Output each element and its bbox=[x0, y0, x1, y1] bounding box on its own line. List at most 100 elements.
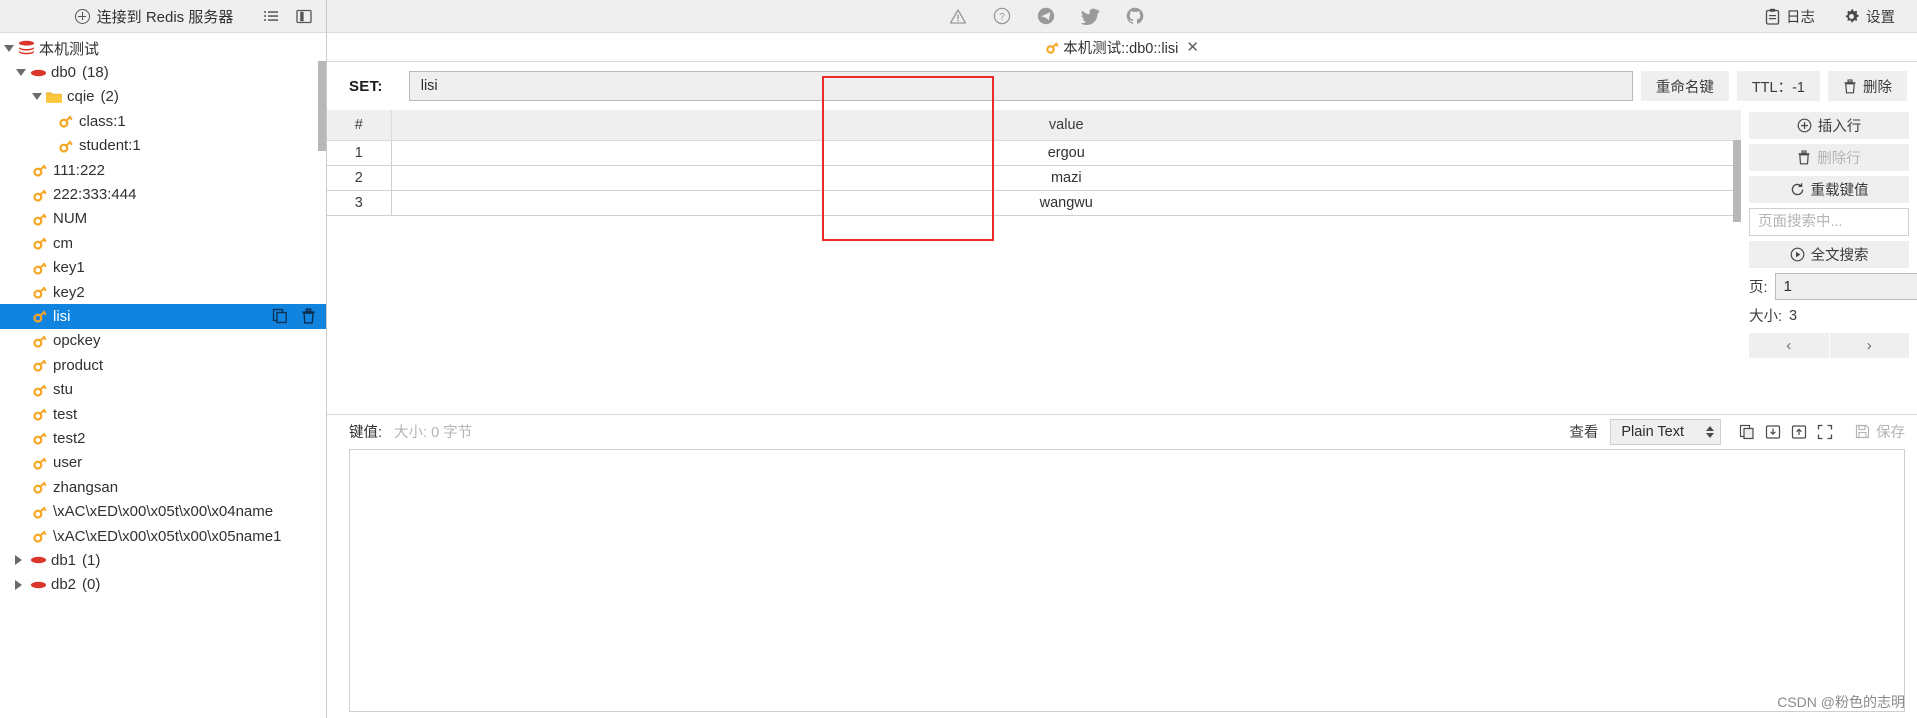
value-textarea[interactable] bbox=[349, 448, 1905, 712]
sidebar-key-product[interactable]: product bbox=[0, 353, 326, 377]
key-icon bbox=[30, 187, 50, 203]
settings-button[interactable]: 设置 bbox=[1843, 6, 1895, 27]
github-icon[interactable] bbox=[1126, 7, 1144, 25]
sidebar-key-key2[interactable]: key2 bbox=[0, 280, 326, 304]
warning-icon[interactable] bbox=[949, 8, 967, 25]
save-value-button[interactable]: 保存 bbox=[1855, 421, 1905, 442]
sidebar-key-lisi[interactable]: lisi bbox=[0, 304, 326, 329]
rename-key-button[interactable]: 重命名键 bbox=[1640, 71, 1729, 101]
caret-down-icon[interactable] bbox=[14, 69, 28, 77]
key-label: NUM bbox=[53, 210, 88, 228]
sidebar-key-xac-xed-x00-x05t-x00-x05name1[interactable]: \xAC\xED\x00\x05t\x00\x05name1 bbox=[0, 524, 326, 548]
key-label: 111:222 bbox=[53, 161, 105, 179]
topbar-left-section: 连接到 Redis 服务器 bbox=[0, 0, 327, 33]
sidebar-key-key1[interactable]: key1 bbox=[0, 256, 326, 280]
twitter-icon[interactable] bbox=[1080, 8, 1100, 25]
tree-connection-root[interactable]: 本机测试 bbox=[0, 36, 326, 60]
tree-key-student-1[interactable]: student:1 bbox=[0, 134, 326, 158]
tree-db0[interactable]: db0 (18) bbox=[0, 60, 326, 84]
reload-value-button[interactable]: 重载键值 bbox=[1749, 176, 1909, 203]
key-icon bbox=[30, 235, 50, 251]
help-icon[interactable]: ? bbox=[993, 7, 1011, 25]
fullscreen-icon[interactable] bbox=[1817, 424, 1833, 440]
tree-db2[interactable]: db2 (0) bbox=[0, 573, 326, 597]
page-input[interactable] bbox=[1774, 273, 1917, 300]
close-icon[interactable]: ✕ bbox=[1186, 38, 1199, 56]
view-label: 查看 bbox=[1569, 425, 1599, 441]
sidebar-key-user[interactable]: user bbox=[0, 451, 326, 475]
full-text-search-button[interactable]: 全文搜索 bbox=[1749, 241, 1909, 268]
sidebar-key-cm[interactable]: cm bbox=[0, 231, 326, 255]
tree-folder-cqie[interactable]: cqie (2) bbox=[0, 85, 326, 109]
prev-page-button[interactable]: ‹ bbox=[1749, 333, 1829, 358]
list-view-icon[interactable] bbox=[263, 8, 279, 24]
cell-index: 2 bbox=[327, 165, 392, 191]
table-row[interactable]: 1 ergou bbox=[327, 140, 1741, 166]
ttl-button[interactable]: TTL：-1 bbox=[1736, 71, 1820, 101]
key-label: zhangsan bbox=[53, 478, 119, 496]
cell-value[interactable]: ergou bbox=[391, 140, 1741, 166]
connect-to-redis-server-button[interactable]: 连接到 Redis 服务器 bbox=[74, 6, 233, 27]
caret-down-icon[interactable] bbox=[30, 93, 44, 101]
sidebar-key-opckey[interactable]: opckey bbox=[0, 329, 326, 353]
log-button[interactable]: 日志 bbox=[1765, 6, 1815, 27]
delete-key-button[interactable]: 删除 bbox=[1828, 71, 1907, 101]
full-text-search-label: 全文搜索 bbox=[1810, 248, 1869, 264]
topbar-center-section: ? bbox=[327, 0, 1765, 33]
sidebar-key-xac-xed-x00-x05t-x00-x04name[interactable]: \xAC\xED\x00\x05t\x00\x04name bbox=[0, 499, 326, 523]
size-label: 大小: bbox=[1749, 309, 1783, 325]
key-icon bbox=[30, 430, 50, 446]
key-name-input[interactable] bbox=[408, 71, 1633, 101]
caret-down-icon[interactable] bbox=[2, 44, 16, 52]
delete-row-button[interactable]: 删除行 bbox=[1749, 144, 1909, 171]
redis-stack-icon bbox=[16, 40, 36, 56]
table-scrollbar[interactable] bbox=[1733, 140, 1741, 222]
settings-label: 设置 bbox=[1866, 9, 1895, 26]
format-select[interactable]: Plain Text bbox=[1610, 418, 1721, 445]
caret-right-icon[interactable] bbox=[14, 555, 28, 566]
insert-row-button[interactable]: 插入行 bbox=[1749, 112, 1909, 139]
key-icon bbox=[30, 284, 50, 300]
telegram-icon[interactable] bbox=[1037, 7, 1055, 25]
key-label: lisi bbox=[53, 307, 71, 325]
delete-key-label: 删除 bbox=[1863, 79, 1892, 96]
key-label: user bbox=[53, 454, 83, 472]
cell-value[interactable]: wangwu bbox=[391, 190, 1741, 216]
export-icon[interactable] bbox=[1791, 424, 1807, 440]
sidebar-key-stu[interactable]: stu bbox=[0, 377, 326, 401]
sidebar-key-222-333-444[interactable]: 222:333:444 bbox=[0, 182, 326, 206]
key-icon bbox=[30, 382, 50, 398]
caret-right-icon[interactable] bbox=[14, 579, 28, 590]
tree-key-class-1[interactable]: class:1 bbox=[0, 109, 326, 133]
import-icon[interactable] bbox=[1765, 424, 1781, 440]
sidebar-scrollbar[interactable] bbox=[318, 61, 326, 151]
gear-icon bbox=[1843, 8, 1860, 25]
sidebar-key-test2[interactable]: test2 bbox=[0, 426, 326, 450]
trash-icon bbox=[1797, 150, 1811, 165]
connection-tree-sidebar: 本机测试 db0 (18) cqie (2) class:1 student:1… bbox=[0, 33, 327, 718]
tab-strip: 本机测试::db0::lisi ✕ bbox=[327, 33, 1917, 62]
table-head: # value bbox=[327, 110, 1741, 141]
copy-icon[interactable] bbox=[1739, 424, 1755, 440]
save-icon bbox=[1855, 424, 1870, 439]
cell-value[interactable]: mazi bbox=[391, 165, 1741, 191]
table-row[interactable]: 3 wangwu bbox=[327, 190, 1741, 216]
table-wrapper: # value 1 ergou 2 mazi 3 wangwu bbox=[327, 76, 1741, 414]
split-panel-icon[interactable] bbox=[296, 9, 312, 24]
sidebar-key-num[interactable]: NUM bbox=[0, 207, 326, 231]
page-search-input[interactable] bbox=[1749, 208, 1909, 236]
table-row[interactable]: 2 mazi bbox=[327, 165, 1741, 191]
row-actions-panel: 插入行 删除行 重载键值 页面搜索中... 全文搜索 页: 1 大小: 3 ‹ … bbox=[1741, 110, 1917, 414]
sidebar-key-zhangsan[interactable]: zhangsan bbox=[0, 475, 326, 499]
delete-key-icon[interactable] bbox=[301, 308, 316, 325]
table-body: 1 ergou 2 mazi 3 wangwu bbox=[327, 140, 1741, 216]
copy-key-icon[interactable] bbox=[272, 308, 288, 324]
key-icon bbox=[30, 406, 50, 422]
tree-db1[interactable]: db1 (1) bbox=[0, 548, 326, 572]
tab-key-lisi[interactable]: 本机测试::db0::lisi ✕ bbox=[1039, 37, 1205, 58]
db2-label: db2 bbox=[51, 576, 77, 594]
sidebar-key-111-222[interactable]: 111:222 bbox=[0, 158, 326, 182]
next-page-button[interactable]: › bbox=[1828, 333, 1909, 358]
sidebar-key-test[interactable]: test bbox=[0, 402, 326, 426]
social-icon-group: ? bbox=[949, 7, 1144, 25]
